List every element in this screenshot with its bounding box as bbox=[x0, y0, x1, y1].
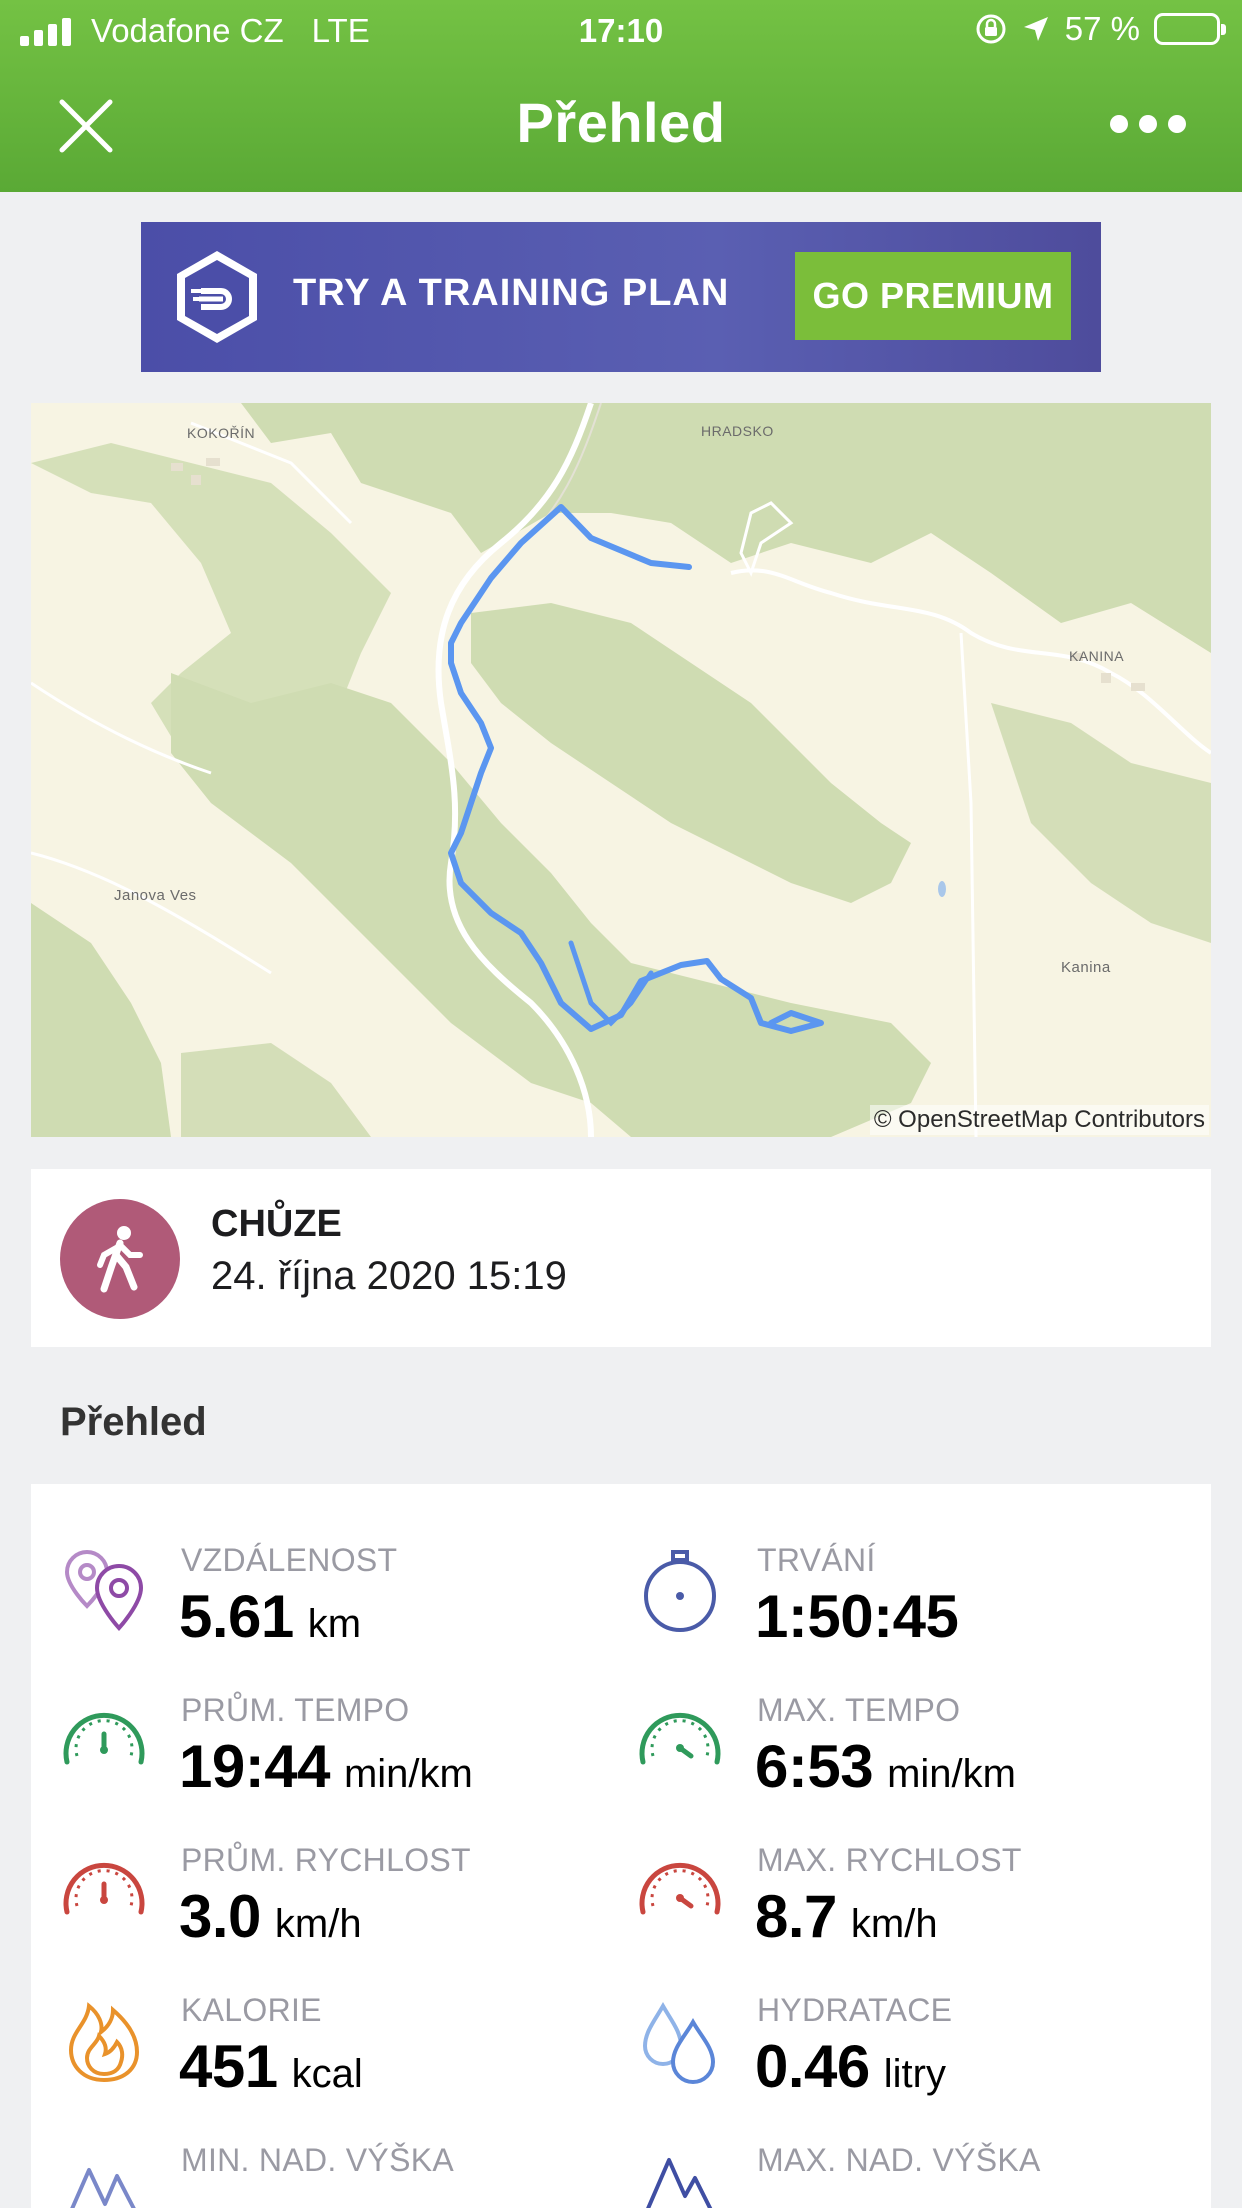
activity-datetime: 24. října 2020 15:19 bbox=[211, 1254, 567, 1298]
activity-card: CHŮZE 24. října 2020 15:19 bbox=[31, 1169, 1211, 1347]
gauge-green-icon bbox=[63, 1712, 145, 1765]
battery-icon bbox=[1154, 13, 1226, 45]
stat-label: KALORIE bbox=[181, 1992, 322, 2028]
stat-label: MIN. NAD. VÝŠKA bbox=[181, 2142, 454, 2178]
stat-avg-speed: PRŮM. RYCHLOST 3.0 km/h bbox=[31, 1842, 591, 1982]
stat-value: 451 bbox=[179, 2033, 278, 2100]
stat-value: 3.0 bbox=[179, 1883, 261, 1950]
status-right: 57 % bbox=[975, 10, 1226, 48]
gauge-green-max-icon bbox=[639, 1712, 721, 1765]
stat-value: 8.7 bbox=[755, 1883, 837, 1950]
battery-percent: 57 % bbox=[1064, 10, 1140, 47]
map-label: KOKOŘÍN bbox=[187, 425, 256, 441]
section-title: Přehled bbox=[60, 1400, 207, 1444]
mountain-low-icon bbox=[70, 2168, 136, 2208]
mountain-high-icon bbox=[646, 2158, 713, 2208]
rotation-lock-icon bbox=[976, 14, 1006, 44]
stat-label: MAX. RYCHLOST bbox=[757, 1842, 1022, 1878]
stat-unit: km bbox=[307, 1602, 362, 1646]
stat-unit: litry bbox=[883, 2052, 946, 2096]
stat-label: PRŮM. TEMPO bbox=[181, 1692, 410, 1728]
stat-max-speed: MAX. RYCHLOST 8.7 km/h bbox=[607, 1842, 1167, 1982]
stat-min-elevation: MIN. NAD. VÝŠKA bbox=[31, 2142, 591, 2208]
stat-unit: min/km bbox=[887, 1752, 1016, 1796]
activity-avatar bbox=[60, 1199, 180, 1319]
gauge-red-icon bbox=[63, 1862, 145, 1915]
runtastic-logo-icon bbox=[177, 251, 257, 343]
location-arrow-icon bbox=[1023, 17, 1048, 41]
more-icon bbox=[1110, 115, 1128, 133]
walking-icon bbox=[97, 1226, 143, 1293]
stat-value: 0.46 bbox=[755, 2033, 870, 2100]
map-label: Kanina bbox=[1061, 959, 1111, 976]
stopwatch-icon bbox=[644, 1550, 716, 1632]
gauge-red-max-icon bbox=[639, 1862, 721, 1915]
map-attribution[interactable]: © OpenStreetMap Contributors bbox=[869, 1105, 1209, 1135]
stat-distance: VZDÁLENOST 5.61 km bbox=[31, 1542, 591, 1682]
stat-value: 5.61 bbox=[179, 1583, 294, 1650]
stat-label: TRVÁNÍ bbox=[757, 1542, 876, 1578]
stat-value: 6:53 bbox=[755, 1733, 874, 1800]
stat-unit: km/h bbox=[850, 1902, 938, 1946]
water-drops-icon bbox=[642, 2001, 716, 2084]
stat-label: MAX. NAD. VÝŠKA bbox=[757, 2142, 1041, 2178]
stat-calories: KALORIE 451 kcal bbox=[31, 1992, 591, 2132]
stat-max-elevation: MAX. NAD. VÝŠKA bbox=[607, 2142, 1167, 2208]
map-label: Janova Ves bbox=[114, 887, 197, 904]
stat-unit: min/km bbox=[343, 1752, 473, 1796]
stat-max-pace: MAX. TEMPO 6:53 min/km bbox=[607, 1692, 1167, 1832]
flame-icon bbox=[68, 2002, 140, 2083]
stat-hydration: HYDRATACE 0.46 litry bbox=[607, 1992, 1167, 2132]
distance-pin-icon bbox=[64, 1549, 144, 1631]
map-label: HRADSKO bbox=[701, 423, 774, 439]
stat-label: MAX. TEMPO bbox=[757, 1692, 961, 1728]
status-bar: Vodafone CZ LTE 17:10 57 % bbox=[0, 0, 1242, 62]
stat-avg-pace: PRŮM. TEMPO 19:44 min/km bbox=[31, 1692, 591, 1832]
stat-label: VZDÁLENOST bbox=[181, 1542, 398, 1578]
stat-value: 1:50:45 bbox=[755, 1583, 959, 1650]
stat-label: HYDRATACE bbox=[757, 1992, 953, 2028]
top-bar: Vodafone CZ LTE 17:10 57 % Přehled bbox=[0, 0, 1242, 192]
stat-value: 19:44 bbox=[179, 1733, 330, 1800]
banner-text: TRY A TRAINING PLAN bbox=[293, 272, 730, 314]
page-title: Přehled bbox=[516, 91, 726, 154]
go-premium-button[interactable]: GO PREMIUM bbox=[795, 252, 1071, 340]
stat-unit: kcal bbox=[291, 2052, 363, 2096]
more-button[interactable] bbox=[1110, 110, 1186, 138]
activity-type: CHŮZE bbox=[211, 1203, 342, 1245]
route-map[interactable]: KOKOŘÍN HRADSKO KANINA Janova Ves Kanina… bbox=[31, 403, 1211, 1137]
promo-banner[interactable]: TRY A TRAINING PLAN GO PREMIUM bbox=[141, 222, 1101, 372]
stat-unit: km/h bbox=[274, 1902, 362, 1946]
stat-duration: TRVÁNÍ 1:50:45 bbox=[607, 1542, 1167, 1682]
map-label: KANINA bbox=[1069, 648, 1125, 664]
stat-label: PRŮM. RYCHLOST bbox=[181, 1842, 471, 1878]
stats-card: VZDÁLENOST 5.61 km TRVÁNÍ 1:50:45 PRŮM. T… bbox=[31, 1484, 1211, 2208]
map-tiles bbox=[31, 403, 1211, 1137]
